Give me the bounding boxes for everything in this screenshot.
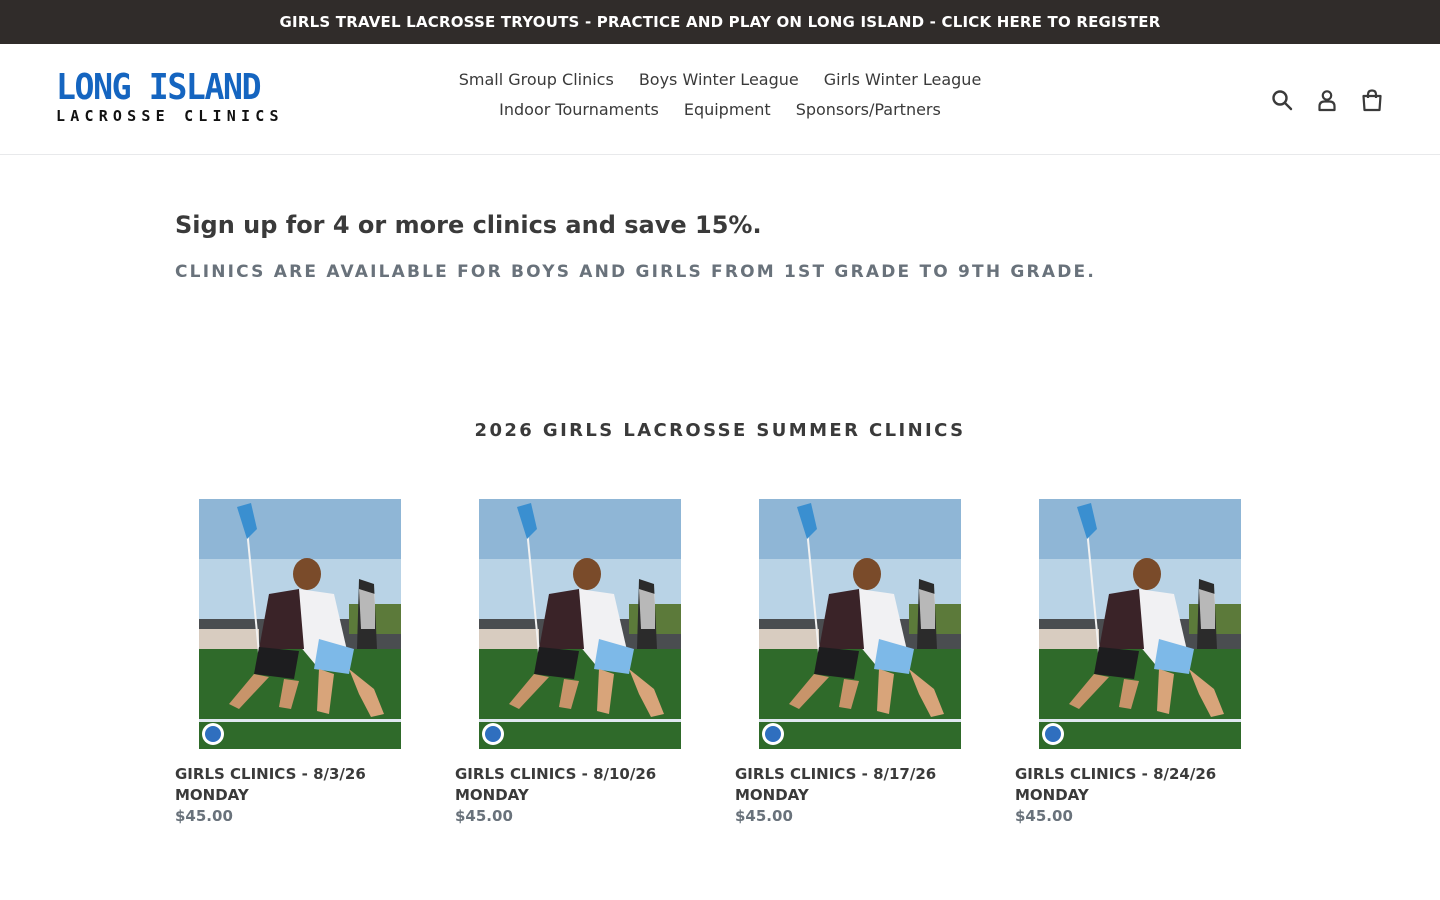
- nav-indoor-tournaments[interactable]: Indoor Tournaments: [499, 99, 659, 121]
- product-card[interactable]: GIRLS CLINICS - 8/10/26 MONDAY $45.00: [455, 499, 705, 827]
- intro-subtitle: Clinics are available for boys and girls…: [175, 262, 1096, 282]
- product-price: $45.00: [1015, 807, 1073, 825]
- product-image[interactable]: [199, 499, 401, 749]
- product-image[interactable]: [759, 499, 961, 749]
- product-title[interactable]: GIRLS CLINICS - 8/17/26 MONDAY: [735, 764, 985, 806]
- announcement-bar[interactable]: GIRLS TRAVEL LACROSSE TRYOUTS - PRACTICE…: [0, 0, 1440, 44]
- product-title[interactable]: GIRLS CLINICS - 8/10/26 MONDAY: [455, 764, 705, 806]
- intro-section: Sign up for 4 or more clinics and save 1…: [175, 208, 1265, 284]
- nav-small-group-clinics[interactable]: Small Group Clinics: [459, 69, 614, 91]
- nav-equipment[interactable]: Equipment: [684, 99, 771, 121]
- logo-line2: LACROSSE CLINICS: [56, 107, 284, 125]
- product-price: $45.00: [735, 807, 793, 825]
- nav-row-2: Indoor Tournaments Equipment Sponsors/Pa…: [499, 99, 941, 121]
- product-price: $45.00: [455, 807, 513, 825]
- account-icon[interactable]: [1313, 86, 1341, 114]
- product-title[interactable]: GIRLS CLINICS - 8/3/26 MONDAY: [175, 764, 425, 806]
- nav-row-1: Small Group Clinics Boys Winter League G…: [459, 69, 982, 91]
- nav-sponsors-partners[interactable]: Sponsors/Partners: [796, 99, 941, 121]
- announcement-text: GIRLS TRAVEL LACROSSE TRYOUTS - PRACTICE…: [279, 13, 1161, 31]
- product-price: $45.00: [175, 807, 233, 825]
- product-card[interactable]: GIRLS CLINICS - 8/24/26 MONDAY $45.00: [1015, 499, 1265, 827]
- main-nav: Small Group Clinics Boys Winter League G…: [430, 69, 1010, 121]
- cart-icon[interactable]: [1358, 86, 1386, 114]
- logo-line1: LONG ISLAND: [56, 67, 262, 108]
- product-image[interactable]: [1039, 499, 1241, 749]
- nav-boys-winter-league[interactable]: Boys Winter League: [639, 69, 799, 91]
- product-card[interactable]: GIRLS CLINICS - 8/3/26 MONDAY $45.00: [175, 499, 425, 827]
- nav-girls-winter-league[interactable]: Girls Winter League: [824, 69, 982, 91]
- site-logo[interactable]: LONG ISLAND LACROSSE CLINICS: [56, 68, 306, 128]
- product-card[interactable]: GIRLS CLINICS - 8/17/26 MONDAY $45.00: [735, 499, 985, 827]
- intro-title: Sign up for 4 or more clinics and save 1…: [175, 211, 762, 239]
- search-icon[interactable]: [1268, 86, 1296, 114]
- collection-title: 2026 GIRLS LACROSSE SUMMER CLINICS: [474, 420, 966, 441]
- site-header: LONG ISLAND LACROSSE CLINICS Small Group…: [0, 44, 1440, 155]
- product-image[interactable]: [479, 499, 681, 749]
- header-icons: [1268, 86, 1386, 114]
- product-title[interactable]: GIRLS CLINICS - 8/24/26 MONDAY: [1015, 764, 1265, 806]
